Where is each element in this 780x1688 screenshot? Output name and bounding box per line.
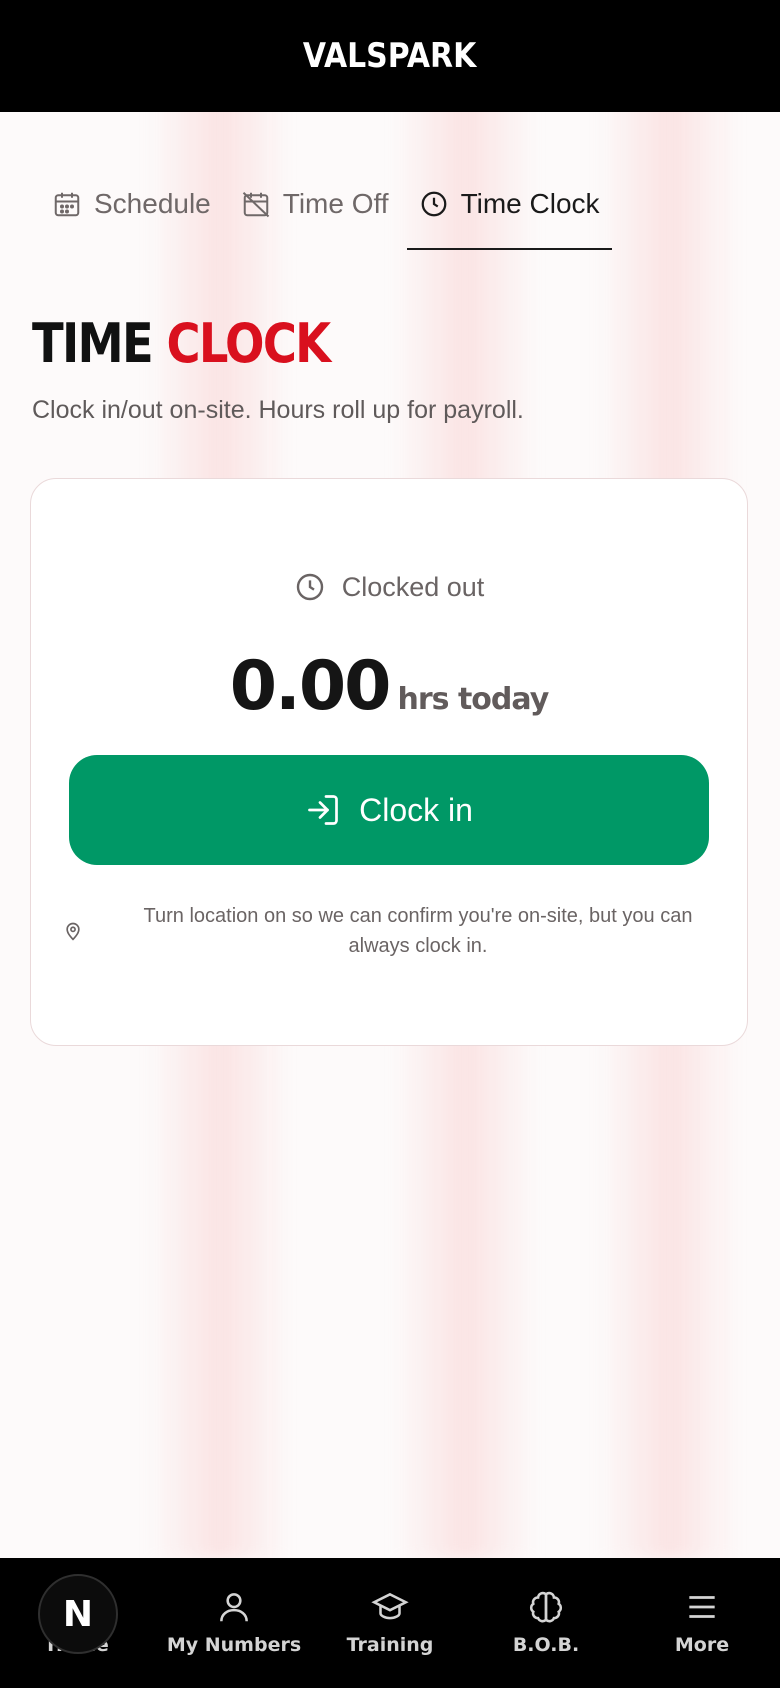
calendar-off-icon (242, 192, 269, 218)
user-icon (220, 1593, 248, 1622)
page-title: TIME CLOCK (32, 312, 331, 375)
fab-letter: N (62, 1593, 94, 1635)
nav-my-numbers[interactable]: My Numbers (156, 1558, 312, 1688)
graduation-cap-icon (371, 1592, 409, 1620)
nav-label: My Numbers (166, 1634, 302, 1656)
login-icon (308, 795, 338, 825)
tab-schedule[interactable]: Schedule (40, 176, 223, 232)
location-note-text: Turn location on so we can confirm you'r… (143, 905, 693, 957)
tab-label: Time Clock (460, 188, 600, 219)
tab-time-clock[interactable]: Time Clock (406, 176, 612, 250)
nav-bob[interactable]: B.O.B. (468, 1558, 624, 1688)
brand-logo: VALSPARK (303, 36, 477, 76)
clock-status: Clocked out (31, 571, 747, 603)
location-note: Turn location on so we can confirm you'r… (63, 901, 723, 961)
nav-training[interactable]: Training (312, 1558, 468, 1688)
page-title-part1: TIME (32, 312, 154, 375)
tab-label: Schedule (94, 188, 211, 219)
time-clock-card: Clocked out 0.00 hrs today Clock in Turn… (30, 478, 748, 1046)
clock-icon (296, 573, 323, 601)
nav-label: More (674, 1634, 730, 1656)
page-title-part2: CLOCK (166, 312, 331, 375)
hours-value: 0.00 (229, 647, 392, 726)
menu-icon (689, 1596, 715, 1618)
clock-in-label: Clock in (359, 791, 473, 828)
map-pin-icon (66, 922, 80, 941)
bottom-nav: Home N My Numbers Training B.O.B. More (0, 1558, 780, 1688)
hours-today: 0.00 hrs today (31, 647, 747, 726)
nav-home[interactable]: Home N (0, 1558, 156, 1688)
nav-label: Training (346, 1634, 434, 1656)
brain-icon (529, 1591, 563, 1623)
status-text: Clocked out (341, 571, 485, 602)
clock-in-button[interactable]: Clock in (69, 755, 709, 865)
nav-more[interactable]: More (624, 1558, 780, 1688)
top-bar: VALSPARK (0, 0, 780, 112)
assistant-fab[interactable]: N (38, 1574, 118, 1654)
page-subtitle: Clock in/out on-site. Hours roll up for … (32, 396, 524, 424)
hours-unit: hrs today (397, 682, 550, 717)
calendar-icon (54, 192, 80, 217)
tab-time-off[interactable]: Time Off (229, 176, 401, 232)
clock-icon (421, 191, 446, 217)
nav-label: B.O.B. (512, 1634, 580, 1656)
tab-label: Time Off (282, 188, 389, 219)
tab-bar: Schedule Time Off Time Clock (40, 176, 618, 250)
